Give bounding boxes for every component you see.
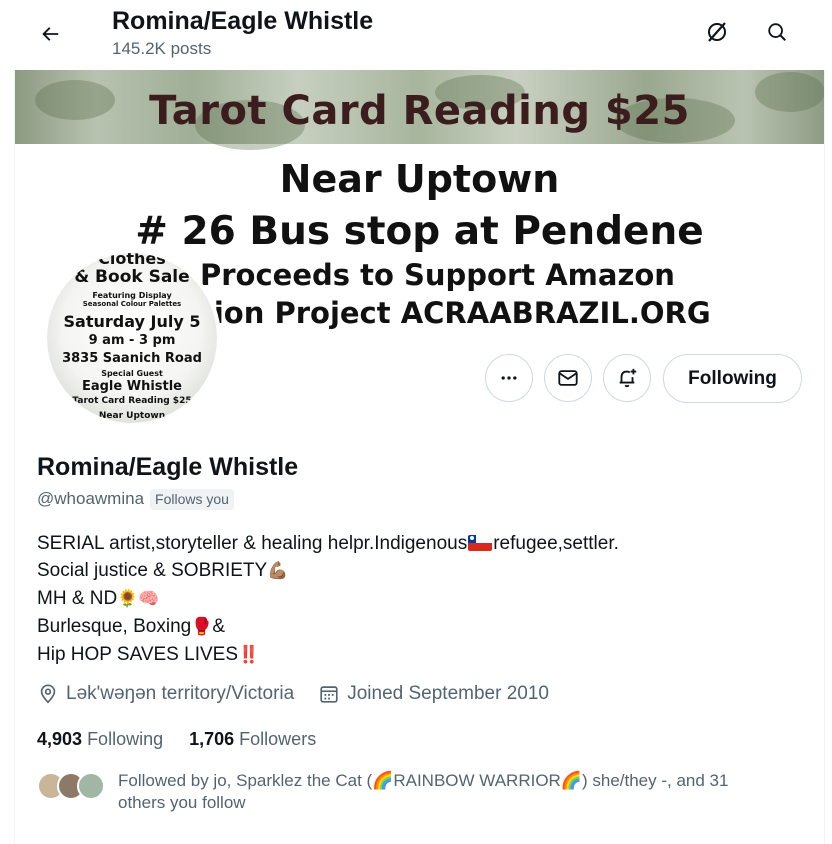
following-label: Following bbox=[87, 729, 164, 749]
followed-by-row[interactable]: Followed by jo, Sparklez the Cat (🌈RAINB… bbox=[37, 770, 728, 812]
envelope-icon bbox=[558, 370, 578, 386]
banner-text-line: tion Project ACRAABRAZIL.ORG bbox=[200, 296, 711, 330]
avatar bbox=[77, 772, 105, 800]
profile-name: Romina/Eagle Whistle bbox=[37, 453, 299, 481]
profile-meta: Lək'wəŋən territory/Victoria Joined Sept… bbox=[37, 683, 573, 705]
followed-by-text: Followed by jo, Sparklez the Cat (🌈RAINB… bbox=[118, 771, 729, 812]
bio-text: Social justice & SOBRIETY bbox=[37, 560, 268, 581]
banner-text-line: # 26 Bus stop at Pendene bbox=[135, 209, 704, 254]
follows-you-badge: Follows you bbox=[150, 488, 234, 510]
avatar-text: Featuring Display bbox=[92, 291, 172, 300]
grok-button[interactable] bbox=[697, 12, 737, 52]
bio-text: Hip HOP SAVES LIVES bbox=[37, 644, 238, 665]
more-button[interactable] bbox=[485, 354, 533, 402]
avatar-text: 3835 Saanich Road bbox=[62, 351, 202, 366]
bio-line: SERIAL artist,storyteller & healing help… bbox=[37, 530, 619, 557]
notifications-button[interactable] bbox=[603, 354, 651, 402]
bio-text: refugee,settler. bbox=[493, 533, 619, 554]
grok-icon bbox=[708, 22, 726, 42]
bio-line: MH & ND🌻🧠 bbox=[37, 585, 619, 613]
follower-avatars bbox=[37, 770, 107, 802]
followers-count: 1,706 bbox=[189, 729, 235, 749]
flexed-biceps-icon: 💪🏽 bbox=[267, 561, 289, 581]
bio-line: Burlesque, Boxing🥊& bbox=[37, 613, 619, 641]
header-title: Romina/Eagle Whistle bbox=[112, 7, 374, 35]
sunflower-brain-icon: 🌻🧠 bbox=[117, 589, 160, 609]
avatar-text: Near Uptown bbox=[98, 411, 166, 421]
location-pin-icon bbox=[40, 684, 56, 704]
back-button[interactable] bbox=[30, 14, 70, 54]
banner-text-line: Proceeds to Support Amazon bbox=[200, 258, 675, 292]
joined-text: Joined September 2010 bbox=[347, 683, 549, 704]
joined-item: Joined September 2010 bbox=[318, 683, 549, 705]
profile-bio: SERIAL artist,storyteller & healing help… bbox=[37, 530, 619, 669]
avatar-text: Eagle Whistle bbox=[81, 379, 183, 394]
header-title-block: Romina/Eagle Whistle 145.2K posts bbox=[112, 6, 373, 60]
avatar-text: Tarot Card Reading $25 bbox=[72, 396, 192, 406]
avatar-text: 9 am - 3 pm bbox=[88, 333, 176, 348]
chile-flag-icon bbox=[468, 535, 493, 551]
arrow-left-icon bbox=[42, 27, 59, 41]
avatar-text: Special Guest bbox=[101, 369, 163, 378]
boxing-glove-icon: 🥊 bbox=[191, 617, 213, 637]
search-icon bbox=[768, 23, 786, 41]
bio-text: & bbox=[212, 616, 226, 637]
location-item: Lək'wəŋən territory/Victoria bbox=[37, 683, 294, 705]
search-button[interactable] bbox=[757, 12, 797, 52]
following-count: 4,903 bbox=[37, 729, 83, 749]
bio-line: Social justice & SOBRIETY💪🏽 bbox=[37, 557, 619, 585]
avatar-text: Saturday July 5 bbox=[63, 312, 201, 331]
more-icon bbox=[501, 376, 517, 380]
banner-text-line: Near Uptown bbox=[279, 157, 560, 201]
bio-line: Hip HOP SAVES LIVES‼️ bbox=[37, 641, 619, 669]
followers-link[interactable]: 1,706 Followers bbox=[189, 729, 316, 750]
avatar-text: Clothes bbox=[98, 253, 166, 268]
post-count: 145.2K posts bbox=[112, 39, 212, 58]
handle-row: @whoawmina Follows you bbox=[37, 487, 234, 511]
avatar[interactable]: Clothes & Book Sale Featuring Display Se… bbox=[43, 249, 221, 427]
profile-handle: @whoawmina bbox=[37, 489, 145, 508]
avatar-text: & Book Sale bbox=[74, 267, 190, 287]
message-button[interactable] bbox=[544, 354, 592, 402]
calendar-icon bbox=[320, 686, 338, 703]
follow-stats: 4,903 Following 1,706 Followers bbox=[37, 729, 342, 750]
bio-text: Burlesque, Boxing bbox=[37, 616, 192, 637]
banner-text-line: Tarot Card Reading $25 bbox=[149, 88, 690, 134]
following-button[interactable]: Following bbox=[663, 354, 802, 403]
profile-header: Romina/Eagle Whistle 145.2K posts bbox=[0, 0, 832, 70]
followers-label: Followers bbox=[239, 729, 317, 749]
bio-text: MH & ND bbox=[37, 588, 118, 609]
bio-text: SERIAL artist,storyteller & healing help… bbox=[37, 533, 468, 554]
following-link[interactable]: 4,903 Following bbox=[37, 729, 163, 750]
double-exclamation-icon: ‼️ bbox=[238, 645, 260, 665]
location-text: Lək'wəŋən territory/Victoria bbox=[66, 683, 295, 704]
avatar-image: Clothes & Book Sale Featuring Display Se… bbox=[47, 253, 217, 423]
avatar-text: Seasonal Colour Palettes bbox=[82, 300, 182, 308]
column-border-right bbox=[824, 0, 825, 844]
bell-plus-icon bbox=[619, 368, 637, 388]
